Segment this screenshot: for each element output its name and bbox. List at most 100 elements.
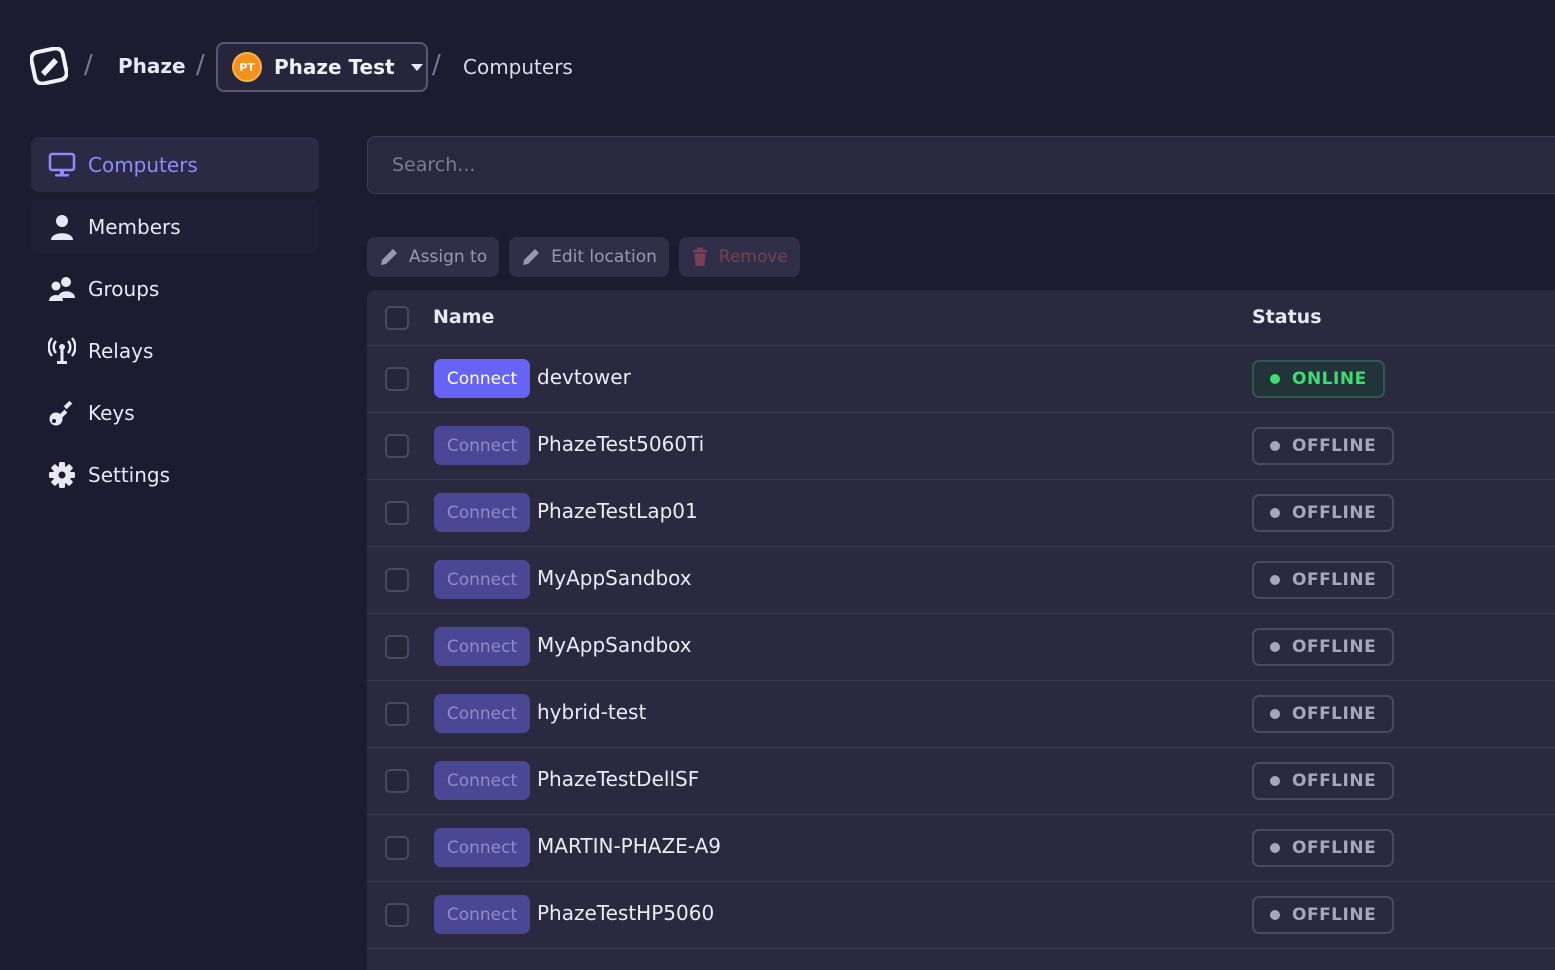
antenna-icon [48,336,76,365]
status-badge: OFFLINE [1252,494,1395,532]
assign-to-label: Assign to [409,247,488,267]
connect-button[interactable]: Connect [434,627,530,666]
connect-button[interactable]: Connect [434,560,530,599]
connect-button[interactable]: Connect [434,359,530,398]
computer-name: MARTIN-PHAZE-A9 [537,834,721,858]
row-checkbox[interactable] [385,635,409,659]
table-row: Connect PhazeTestHP5060 OFFLINE [367,882,1555,949]
status-label: ONLINE [1292,369,1367,389]
connect-button[interactable]: Connect [434,694,530,733]
computer-name: MyAppSandbox [537,633,692,657]
sidebar-item-groups[interactable]: Groups [31,261,319,316]
breadcrumb-org[interactable]: Phaze [118,54,186,78]
status-label: OFFLINE [1292,503,1377,523]
status-label: OFFLINE [1292,838,1377,858]
status-badge: OFFLINE [1252,561,1395,599]
status-badge: OFFLINE [1252,829,1395,867]
column-header-status: Status [1252,306,1322,328]
table-row: Connect PhazeTest5060Ti OFFLINE [367,413,1555,480]
status-badge: OFFLINE [1252,762,1395,800]
row-checkbox[interactable] [385,568,409,592]
status-dot-icon [1270,843,1280,853]
select-all-checkbox[interactable] [385,306,409,330]
computer-name: devtower [537,365,631,389]
status-badge: ONLINE [1252,360,1385,398]
sidebar-item-members[interactable]: Members [31,199,319,254]
table-row: Connect PhazeTestDellSF OFFLINE [367,748,1555,815]
computer-name: MyAppSandbox [537,566,692,590]
computer-name: PhazeTestLap01 [537,499,698,523]
remove-label: Remove [718,247,788,267]
row-checkbox[interactable] [385,836,409,860]
table-row: Connect MARTIN-PHAZE-A9 OFFLINE [367,815,1555,882]
status-dot-icon [1270,642,1280,652]
sidebar-item-settings[interactable]: Settings [31,447,319,502]
status-label: OFFLINE [1292,905,1377,925]
status-dot-icon [1270,709,1280,719]
monitor-icon [48,151,76,179]
status-badge: OFFLINE [1252,427,1395,465]
table-row: Connect PhazeTestLap01 OFFLINE [367,480,1555,547]
sidebar-item-label: Groups [88,276,160,301]
remove-button[interactable]: Remove [678,237,800,277]
computer-name: hybrid-test [537,700,647,724]
status-dot-icon [1270,374,1280,384]
breadcrumb-current: Computers [463,55,573,79]
computer-name: PhazeTest5060Ti [537,432,705,456]
team-selector[interactable]: PT Phaze Test [216,42,428,92]
table-row: Connect hybrid-test OFFLINE [367,681,1555,748]
row-checkbox[interactable] [385,903,409,927]
users-icon [48,275,76,303]
status-label: OFFLINE [1292,570,1377,590]
status-label: OFFLINE [1292,771,1377,791]
table-row: Connect MyAppSandbox OFFLINE [367,547,1555,614]
sidebar-item-relays[interactable]: Relays [31,323,319,378]
row-checkbox[interactable] [385,702,409,726]
status-label: OFFLINE [1292,436,1377,456]
edit-location-label: Edit location [551,247,657,267]
status-badge: OFFLINE [1252,695,1395,733]
connect-button[interactable]: Connect [434,493,530,532]
status-label: OFFLINE [1292,704,1377,724]
gear-icon [48,461,76,489]
row-checkbox[interactable] [385,769,409,793]
sidebar-item-label: Members [88,214,181,239]
sidebar-item-computers[interactable]: Computers [31,137,319,192]
computer-name: PhazeTestDellSF [537,767,700,791]
row-checkbox[interactable] [385,434,409,458]
breadcrumb-separator: / [196,50,205,80]
status-dot-icon [1270,441,1280,451]
column-header-name: Name [433,306,495,328]
top-bar: / Phaze / PT Phaze Test / Computers [0,0,1555,110]
breadcrumb-separator: / [432,50,441,80]
breadcrumb-separator: / [84,50,93,80]
sidebar-item-keys[interactable]: Keys [31,385,319,440]
main-content: Assign to Edit location Remove Name Stat… [367,136,1555,970]
sidebar-item-label: Keys [88,400,135,425]
table-row: Connect devtower ONLINE [367,346,1555,413]
row-checkbox[interactable] [385,367,409,391]
sidebar-item-label: Relays [88,338,154,363]
key-icon [48,399,76,427]
sidebar: Computers Members Groups Relays Keys Set… [31,137,319,509]
connect-button[interactable]: Connect [434,828,530,867]
status-dot-icon [1270,776,1280,786]
search-input[interactable] [367,136,1555,194]
assign-to-button[interactable]: Assign to [367,237,500,277]
connect-button[interactable]: Connect [434,426,530,465]
status-dot-icon [1270,910,1280,920]
row-checkbox[interactable] [385,501,409,525]
user-icon [48,213,76,241]
connect-button[interactable]: Connect [434,761,530,800]
table-row: Connect MyAppSandbox OFFLINE [367,614,1555,681]
computer-name: PhazeTestHP5060 [537,901,715,925]
trash-icon [692,247,707,266]
app-logo-icon[interactable] [29,46,69,86]
status-dot-icon [1270,508,1280,518]
status-dot-icon [1270,575,1280,585]
edit-location-button[interactable]: Edit location [509,237,669,277]
team-avatar: PT [232,52,262,82]
bulk-actions: Assign to Edit location Remove [367,237,800,277]
connect-button[interactable]: Connect [434,895,530,934]
status-badge: OFFLINE [1252,628,1395,666]
